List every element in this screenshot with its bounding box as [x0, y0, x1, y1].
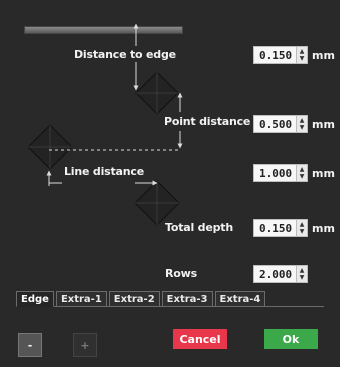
- line-distance-input[interactable]: 1.000: [253, 164, 297, 182]
- add-button[interactable]: +: [73, 333, 97, 357]
- unit-label: mm: [312, 117, 335, 131]
- spin-down-icon[interactable]: ▼: [298, 124, 306, 131]
- total-depth-input[interactable]: 0.150: [253, 219, 297, 237]
- ok-button[interactable]: Ok: [264, 329, 318, 349]
- total-depth-field: 0.150 ▲ ▼ mm: [253, 219, 335, 237]
- total-depth-stepper[interactable]: ▲ ▼: [297, 219, 308, 237]
- unit-label: mm: [312, 221, 335, 235]
- label-line-distance: Line distance: [64, 165, 144, 178]
- unit-label: mm: [312, 48, 335, 62]
- spin-down-icon[interactable]: ▼: [298, 274, 306, 281]
- remove-button[interactable]: -: [18, 333, 42, 357]
- spin-up-icon[interactable]: ▲: [298, 117, 306, 124]
- spin-down-icon[interactable]: ▼: [298, 228, 306, 235]
- cancel-button[interactable]: Cancel: [173, 329, 227, 349]
- label-point-distance: Point distance: [164, 115, 251, 128]
- label-total-depth: Total depth: [165, 221, 233, 234]
- rows-input[interactable]: 2.000: [253, 265, 297, 283]
- tab-bar: Edge Extra-1 Extra-2 Extra-3 Extra-4: [16, 291, 266, 307]
- spin-up-icon[interactable]: ▲: [298, 48, 306, 55]
- tab-edge[interactable]: Edge: [16, 291, 54, 307]
- rows-field: 2.000 ▲ ▼: [253, 265, 308, 283]
- unit-label: mm: [312, 166, 335, 180]
- point-distance-stepper[interactable]: ▲ ▼: [297, 115, 308, 133]
- line-distance-stepper[interactable]: ▲ ▼: [297, 164, 308, 182]
- label-distance-to-edge: Distance to edge: [74, 48, 176, 61]
- parameter-panel: Distance to edge Point distance Line dis…: [0, 0, 340, 367]
- line-distance-field: 1.000 ▲ ▼ mm: [253, 164, 335, 182]
- point-distance-field: 0.500 ▲ ▼ mm: [253, 115, 335, 133]
- tab-extra-1[interactable]: Extra-1: [55, 291, 107, 307]
- parameter-diagram: [27, 23, 183, 226]
- spin-down-icon[interactable]: ▼: [298, 173, 306, 180]
- spin-up-icon[interactable]: ▲: [298, 267, 306, 274]
- distance-to-edge-field: 0.150 ▲ ▼ mm: [253, 46, 335, 64]
- tab-extra-2[interactable]: Extra-2: [108, 291, 160, 307]
- spin-down-icon[interactable]: ▼: [298, 55, 306, 62]
- distance-to-edge-stepper[interactable]: ▲ ▼: [297, 46, 308, 64]
- point-distance-input[interactable]: 0.500: [253, 115, 297, 133]
- spin-up-icon[interactable]: ▲: [298, 166, 306, 173]
- tab-extra-3[interactable]: Extra-3: [161, 291, 213, 307]
- label-rows: Rows: [165, 267, 197, 280]
- tab-extra-4[interactable]: Extra-4: [214, 291, 266, 307]
- rows-stepper[interactable]: ▲ ▼: [297, 265, 308, 283]
- spin-up-icon[interactable]: ▲: [298, 221, 306, 228]
- distance-to-edge-input[interactable]: 0.150: [253, 46, 297, 64]
- diamond-shapes: [27, 71, 180, 226]
